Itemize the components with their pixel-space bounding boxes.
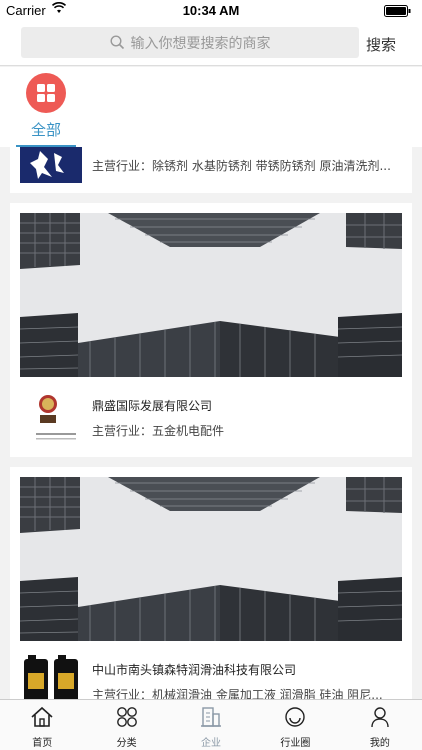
tab-bar: 首页 分类 企业 行业圈 我的 — [0, 699, 422, 750]
building-photo — [20, 213, 402, 377]
search-icon — [109, 35, 124, 50]
grid-icon — [26, 73, 66, 113]
company-card[interactable]: 主营行业：除锈剂 水基防锈剂 带锈防锈剂 原油清洗剂... — [10, 147, 412, 193]
company-card[interactable]: 中山市南头镇森特润滑油科技有限公司 主营行业：机械润滑油 金属加工液 润滑脂 硅… — [10, 467, 412, 699]
tab-label: 行业圈 — [280, 738, 311, 749]
search-input[interactable]: 输入你想要搜索的商家 — [21, 27, 359, 58]
tab-label: 首页 — [32, 738, 53, 749]
search-button[interactable]: 搜索 — [366, 34, 396, 55]
company-logo — [20, 389, 82, 451]
category-icon — [116, 707, 137, 727]
company-business: 主营行业：五金机电配件 — [92, 424, 225, 438]
profile-icon — [371, 707, 389, 728]
tab-label: 分类 — [116, 738, 137, 749]
category-all[interactable]: 全部 — [16, 73, 76, 147]
category-label: 全部 — [30, 121, 61, 139]
tab-label: 我的 — [369, 738, 390, 749]
category-bar: 全部 — [0, 67, 422, 147]
company-list: 主营行业：除锈剂 水基防锈剂 带锈防锈剂 原油清洗剂... 鼎盛国际发展有限公司… — [0, 147, 422, 699]
tab-profile[interactable]: 我的 — [338, 700, 422, 750]
tab-home[interactable]: 首页 — [0, 700, 84, 750]
industry-circle-icon — [285, 707, 306, 727]
search-placeholder: 输入你想要搜索的商家 — [130, 35, 271, 52]
tab-industry-circle[interactable]: 行业圈 — [253, 700, 337, 750]
company-business: 主营行业：除锈剂 水基防锈剂 带锈防锈剂 原油清洗剂... — [92, 159, 391, 173]
tab-category[interactable]: 分类 — [84, 700, 168, 750]
company-logo — [20, 147, 82, 183]
clock: 10:34 AM — [182, 3, 240, 18]
company-logo — [20, 651, 82, 699]
enterprise-icon — [201, 707, 222, 727]
battery-icon — [384, 5, 412, 17]
status-bar: Carrier 10:34 AM — [0, 0, 422, 22]
tab-enterprise[interactable]: 企业 — [169, 700, 253, 750]
tab-label: 企业 — [201, 738, 222, 749]
company-name: 鼎盛国际发展有限公司 — [92, 399, 213, 413]
building-photo — [20, 477, 402, 641]
company-name: 中山市南头镇森特润滑油科技有限公司 — [92, 663, 297, 677]
home-icon — [31, 706, 53, 727]
company-card[interactable]: 鼎盛国际发展有限公司 主营行业：五金机电配件 — [10, 203, 412, 457]
search-bar: 输入你想要搜索的商家 搜索 — [0, 22, 422, 66]
company-business: 主营行业：机械润滑油 金属加工液 润滑脂 硅油 阻尼... — [92, 688, 383, 699]
